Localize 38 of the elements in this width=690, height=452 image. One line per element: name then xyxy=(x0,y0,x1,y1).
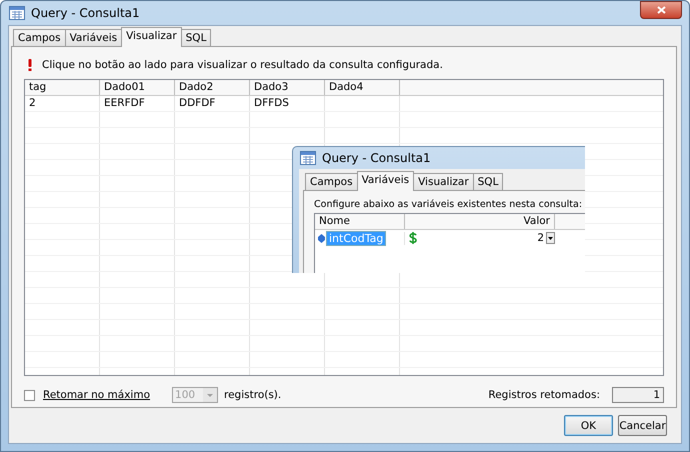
column-header[interactable]: Valor xyxy=(405,214,555,229)
dialog-button[interactable]: OK xyxy=(564,415,613,436)
count-field: 1 xyxy=(612,387,664,403)
app-icon xyxy=(9,6,25,20)
column-header[interactable]: tag xyxy=(25,80,100,95)
close-icon xyxy=(656,6,666,14)
column-header[interactable]: Dado01 xyxy=(100,80,175,95)
app-icon xyxy=(300,151,316,165)
count-label: Registros retomados: xyxy=(488,389,600,401)
dollar-icon xyxy=(409,232,417,244)
tab[interactable]: SQL xyxy=(180,29,212,46)
info-message: Clique no botão ao lado para visualizar o resultado da consulta configurada. xyxy=(42,59,443,71)
dialog-button[interactable]: Cancelar xyxy=(618,415,667,436)
window-title: Query - Consulta1 xyxy=(322,151,432,165)
dropdown-icon xyxy=(203,388,218,402)
tab[interactable]: Visualizar xyxy=(413,173,474,190)
suffix-label: registro(s). xyxy=(224,389,282,401)
column-header[interactable]: Dado3 xyxy=(250,80,325,95)
table-cell: EERFDF xyxy=(100,96,175,111)
tab[interactable]: Variáveis xyxy=(64,29,122,46)
tab[interactable]: Variáveis xyxy=(356,171,414,191)
table-cell: 2 xyxy=(25,96,100,111)
dropdown-icon[interactable] xyxy=(546,232,555,244)
tab[interactable]: SQL xyxy=(472,173,504,190)
window-title: Query - Consulta1 xyxy=(31,6,141,20)
table-cell: DFFDS xyxy=(250,96,325,111)
tab[interactable]: Campos xyxy=(305,173,358,190)
column-header[interactable]: Dado4 xyxy=(325,80,400,95)
variable-icon xyxy=(318,234,325,242)
close-button[interactable] xyxy=(640,1,682,19)
warning-icon xyxy=(28,59,32,71)
variable-value[interactable]: 2 xyxy=(537,232,544,244)
instruction-text: Configure abaixo as variáveis existentes nesta consulta: xyxy=(314,199,584,210)
tab[interactable]: Visualizar xyxy=(121,27,182,47)
column-header[interactable]: Nome xyxy=(315,214,405,229)
table-cell: DDFDF xyxy=(175,96,250,111)
column-header[interactable]: Dado2 xyxy=(175,80,250,95)
tab[interactable]: Campos xyxy=(13,29,66,46)
